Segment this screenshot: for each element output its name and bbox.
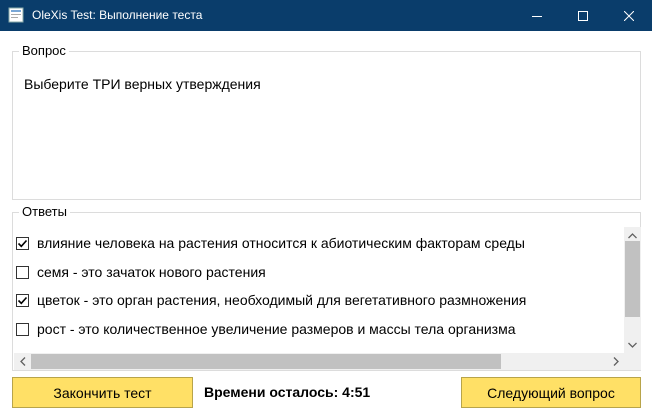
checkmark-icon bbox=[17, 239, 28, 247]
answer-label: семя - это зачаток нового растения bbox=[37, 264, 266, 280]
answer-option-1[interactable]: влияние человека на растения относится к… bbox=[14, 233, 525, 253]
question-legend: Вопрос bbox=[19, 43, 69, 59]
answer-checkbox-3[interactable] bbox=[16, 293, 29, 307]
vertical-scroll-thumb[interactable] bbox=[625, 241, 640, 317]
finish-test-button[interactable]: Закончить тест bbox=[12, 377, 193, 408]
time-remaining: Времени осталось: 4:51 bbox=[204, 384, 371, 400]
horizontal-scrollbar[interactable] bbox=[14, 353, 624, 370]
vertical-scrollbar[interactable] bbox=[624, 227, 641, 353]
scroll-down-arrow[interactable] bbox=[624, 336, 641, 353]
title-bar: OleXis Test: Выполнение теста bbox=[0, 0, 652, 31]
answer-checkbox-1[interactable] bbox=[16, 236, 29, 250]
answer-label: влияние человека на растения относится к… bbox=[37, 235, 525, 251]
horizontal-scroll-thumb[interactable] bbox=[31, 354, 501, 369]
maximize-icon bbox=[578, 10, 588, 21]
close-icon bbox=[624, 10, 634, 21]
chevron-left-icon bbox=[19, 357, 25, 366]
next-question-button[interactable]: Следующий вопрос bbox=[461, 377, 641, 408]
answers-legend: Ответы bbox=[19, 204, 70, 220]
answers-list: влияние человека на растения относится к… bbox=[14, 227, 623, 353]
answer-option-4[interactable]: рост - это количественное увеличение раз… bbox=[14, 319, 516, 339]
answer-option-2[interactable]: семя - это зачаток нового растения bbox=[14, 262, 266, 282]
answer-checkbox-4[interactable] bbox=[16, 322, 29, 336]
chevron-right-icon bbox=[613, 357, 619, 366]
answers-group: Ответы влияние человека на растения отно… bbox=[12, 204, 641, 371]
minimize-button[interactable] bbox=[514, 0, 560, 31]
maximize-button[interactable] bbox=[560, 0, 606, 31]
answer-label: цветок - это орган растения, необходимый… bbox=[37, 292, 527, 308]
question-text: Выберите ТРИ верных утверждения bbox=[24, 76, 261, 92]
app-icon bbox=[8, 7, 24, 23]
close-button[interactable] bbox=[606, 0, 652, 31]
minimize-icon bbox=[532, 15, 542, 17]
scroll-left-arrow[interactable] bbox=[14, 353, 31, 370]
chevron-down-icon bbox=[628, 342, 637, 348]
answer-label: рост - это количественное увеличение раз… bbox=[37, 321, 516, 337]
answer-checkbox-2[interactable] bbox=[16, 265, 29, 279]
question-group: Вопрос Выберите ТРИ верных утверждения bbox=[12, 43, 641, 200]
scrollbar-corner bbox=[624, 353, 641, 370]
scroll-right-arrow[interactable] bbox=[607, 353, 624, 370]
window-title: OleXis Test: Выполнение теста bbox=[32, 8, 203, 22]
chevron-up-icon bbox=[628, 232, 637, 238]
checkmark-icon bbox=[17, 296, 28, 304]
answer-option-3[interactable]: цветок - это орган растения, необходимый… bbox=[14, 290, 526, 310]
